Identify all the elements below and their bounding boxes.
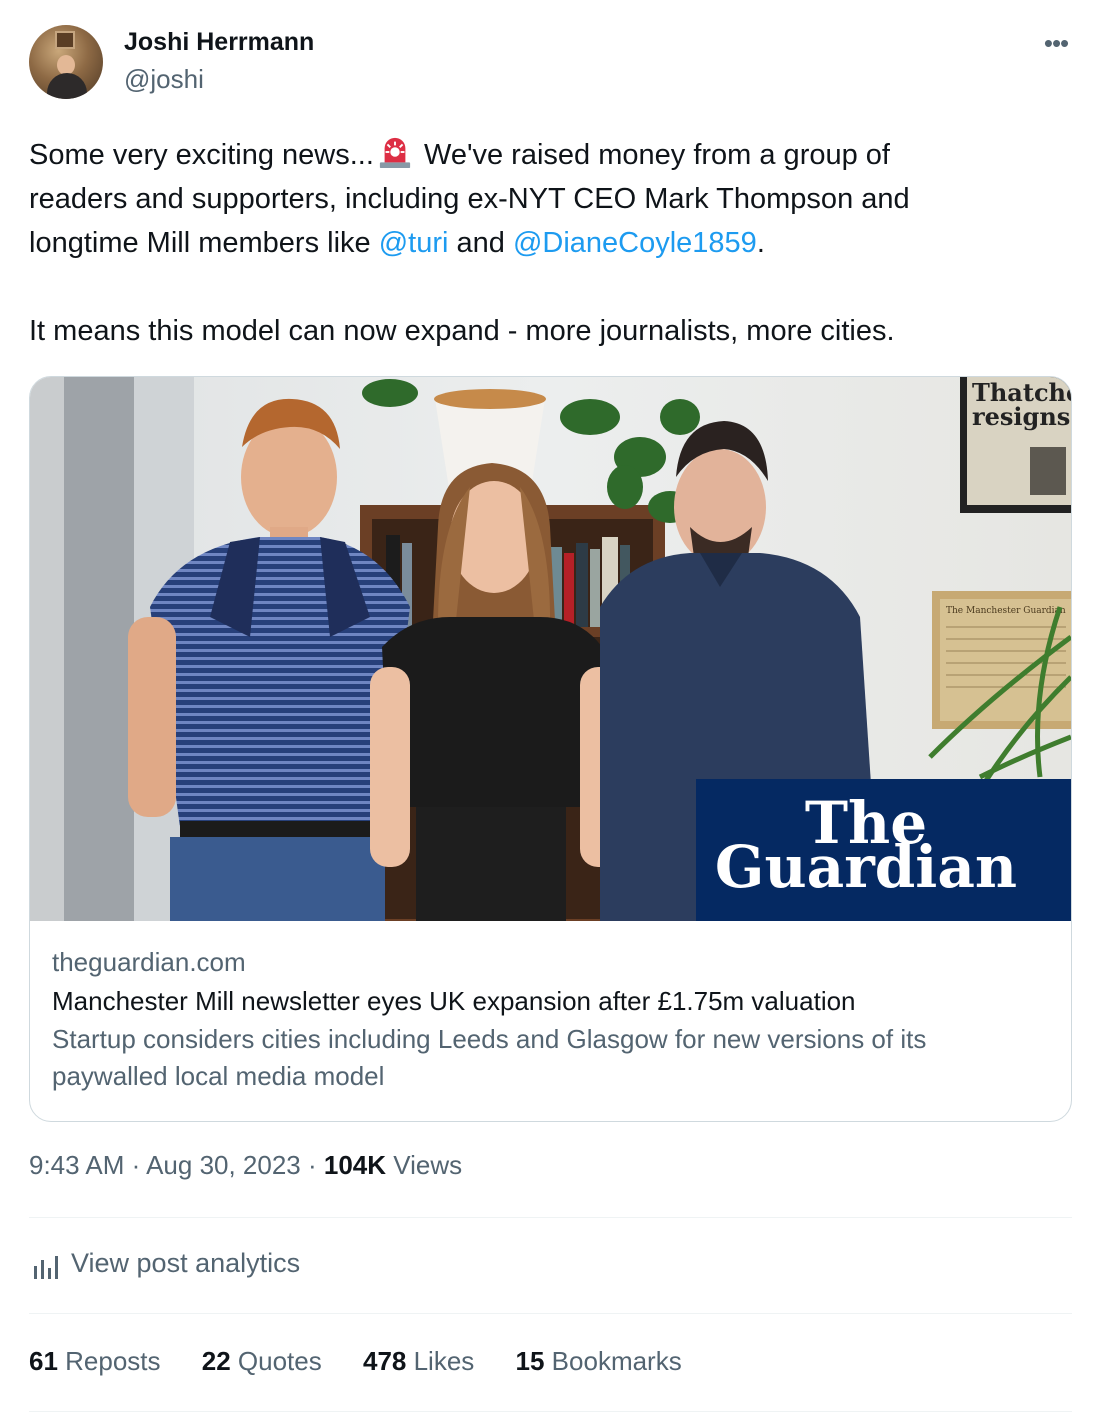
post-date[interactable]: Aug 30, 2023	[146, 1150, 301, 1180]
link-description-line: paywalled local media model	[52, 1061, 385, 1091]
mention-link-turi[interactable]: @turi	[379, 227, 449, 259]
newspaper-masthead: The Manchester Guardian	[946, 606, 1066, 616]
post-text-segment: and	[448, 227, 513, 259]
post-timestamp-row: 9:43 AM · Aug 30, 2023 · 104K Views	[29, 1150, 462, 1181]
article-photo: Thatcher resigns The Manchester Guardian	[30, 377, 1071, 921]
reposts-label: Reposts	[57, 1346, 161, 1376]
post-text-segment: longtime Mill members like	[29, 227, 379, 259]
likes-stat[interactable]: 478 Likes	[363, 1346, 474, 1377]
bookmarks-count: 15	[515, 1346, 545, 1376]
quotes-label: Quotes	[230, 1346, 322, 1376]
link-description-line: Startup considers cities including Leeds…	[52, 1024, 927, 1054]
link-preview-meta[interactable]: theguardian.com Manchester Mill newslett…	[52, 943, 1042, 1095]
police-light-emoji-icon	[379, 137, 411, 169]
likes-count: 478	[362, 1346, 407, 1376]
more-options-icon[interactable]: •••	[1039, 28, 1073, 58]
link-preview-card[interactable]: Thatcher resigns The Manchester Guardian	[29, 376, 1072, 1122]
post-text: Some very exciting news... We've raised …	[29, 133, 1073, 353]
divider	[29, 1313, 1072, 1314]
views-label: Views	[386, 1150, 463, 1180]
avatar[interactable]	[29, 25, 103, 99]
divider	[29, 1411, 1072, 1412]
author-handle[interactable]: @joshi	[124, 64, 204, 95]
guardian-logo-line2: Guardian	[715, 833, 1017, 901]
reposts-count: 61	[29, 1346, 58, 1376]
avatar-picture-frame	[55, 31, 75, 49]
newspaper-headline-2: resigns	[972, 402, 1070, 431]
bookmarks-stat[interactable]: 15 Bookmarks	[516, 1346, 682, 1377]
avatar-body	[47, 73, 87, 99]
post-text-segment: .	[756, 227, 765, 259]
reposts-stat[interactable]: 61 Reposts	[29, 1346, 161, 1377]
quotes-stat[interactable]: 22 Quotes	[202, 1346, 322, 1377]
post-header: Joshi Herrmann @joshi •••	[29, 24, 1073, 102]
post-text-segment: We've raised money from a group of	[415, 139, 890, 171]
bookmarks-label: Bookmarks	[544, 1346, 682, 1376]
avatar-face	[57, 55, 75, 75]
separator: ·	[124, 1150, 147, 1180]
views-count: 104K	[323, 1150, 387, 1180]
likes-label: Likes	[406, 1346, 475, 1376]
link-title: Manchester Mill newsletter eyes UK expan…	[52, 986, 856, 1016]
analytics-label: View post analytics	[71, 1248, 301, 1278]
post-text-line: It means this model can now expand - mor…	[29, 315, 895, 347]
post-text-segment: Some very exciting news...	[29, 139, 374, 171]
post-text-line: readers and supporters, including ex-NYT…	[29, 183, 910, 215]
quotes-count: 22	[201, 1346, 231, 1376]
link-preview-image[interactable]: Thatcher resigns The Manchester Guardian	[30, 377, 1071, 921]
author-name[interactable]: Joshi Herrmann	[124, 28, 314, 57]
mention-link-dianecoyle[interactable]: @DianeCoyle1859	[513, 227, 757, 259]
post-time[interactable]: 9:43 AM	[29, 1150, 124, 1180]
separator: ·	[300, 1150, 324, 1180]
engagement-stats: 61 Reposts 22 Quotes 478 Likes 15 Bookma…	[29, 1346, 716, 1377]
divider	[29, 1217, 1072, 1218]
link-domain: theguardian.com	[52, 947, 246, 977]
analytics-bar-icon	[34, 1256, 58, 1279]
